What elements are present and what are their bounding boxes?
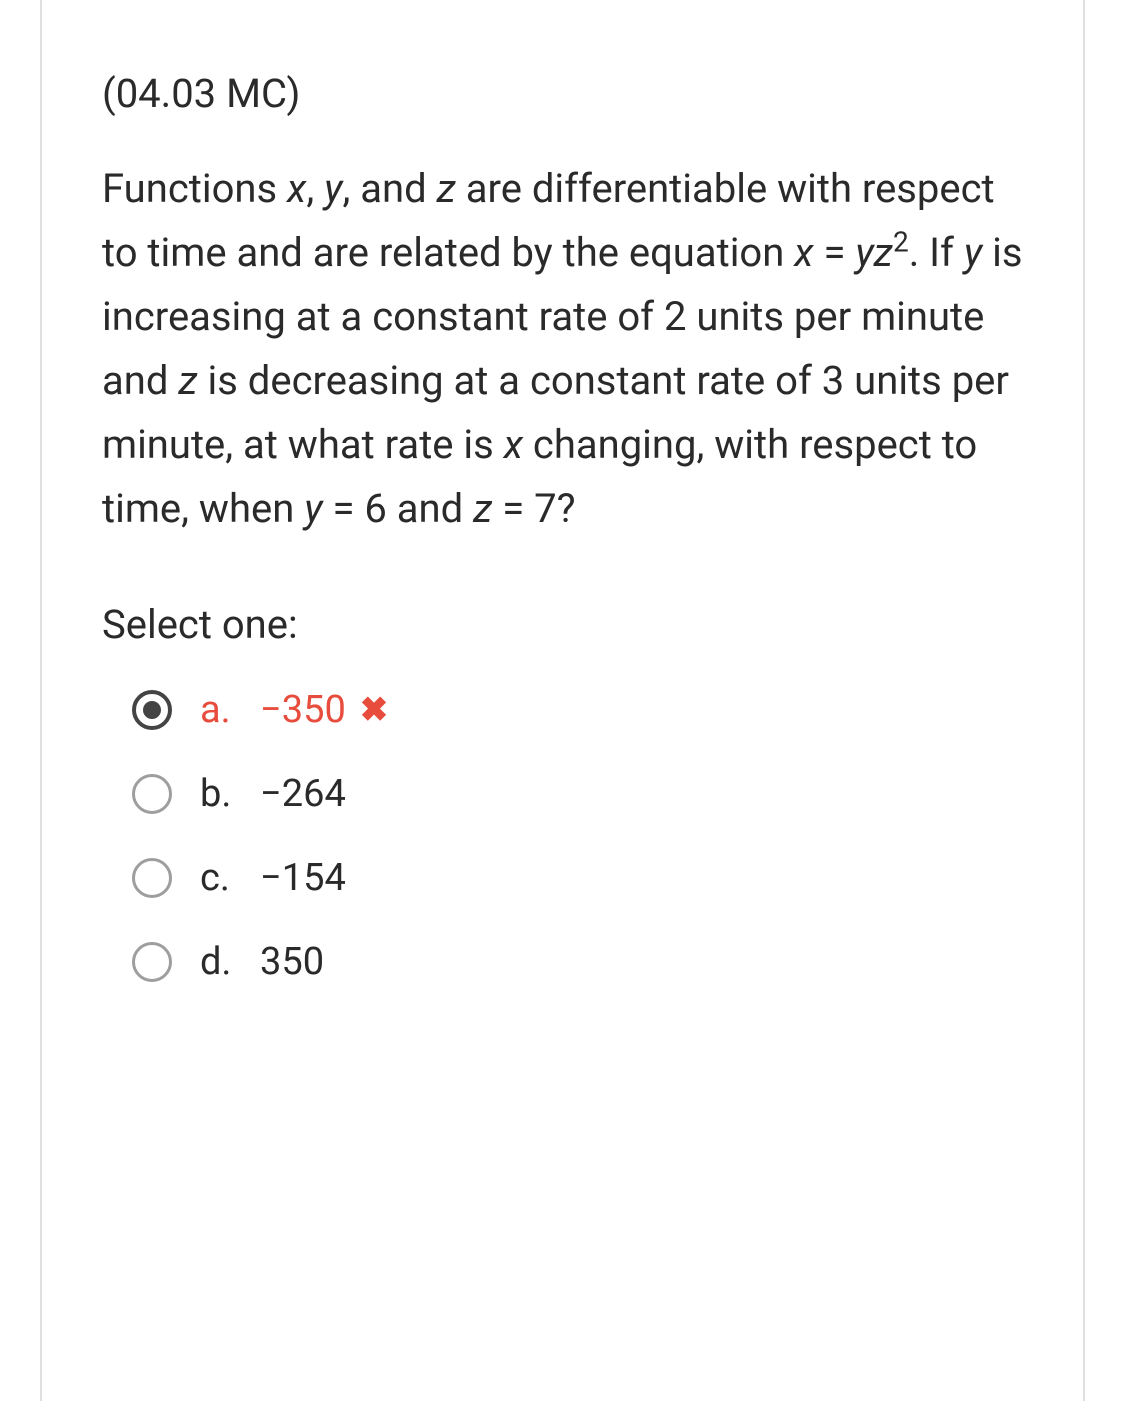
variable-z2: z: [178, 357, 197, 404]
answer-options: a. −350 ✖ b. −264 c. −154 d. 350: [102, 688, 1023, 984]
radio-c[interactable]: [132, 858, 172, 898]
option-b-text: −264: [260, 772, 346, 816]
variable-x3: x: [504, 421, 523, 468]
question-container: (04.03 MC) Functions x, y, and z are dif…: [40, 0, 1085, 1401]
option-b-letter: b.: [200, 772, 260, 816]
variable-y: y: [324, 165, 342, 212]
question-body: Functions x, y, and z are differentiable…: [102, 157, 1023, 541]
option-d[interactable]: d. 350: [132, 940, 1023, 984]
radio-a-inner: [143, 701, 161, 719]
option-d-letter: d.: [200, 940, 260, 984]
incorrect-icon: ✖: [360, 690, 389, 730]
variable-x: x: [287, 165, 306, 212]
option-d-text: 350: [260, 940, 324, 984]
option-c-text: −154: [260, 856, 346, 900]
variable-y3: y: [304, 485, 322, 532]
option-a-letter: a.: [200, 688, 260, 732]
variable-z: z: [437, 165, 456, 212]
question-text-part8: = 7?: [492, 485, 575, 532]
radio-b[interactable]: [132, 774, 172, 814]
radio-d[interactable]: [132, 942, 172, 982]
option-c[interactable]: c. −154: [132, 856, 1023, 900]
option-c-letter: c.: [200, 856, 260, 900]
question-tag: (04.03 MC): [102, 70, 1023, 117]
select-one-label: Select one:: [102, 601, 1023, 648]
variable-y2: y: [964, 229, 982, 276]
variable-x2: x: [794, 229, 813, 276]
variable-yz: yz: [855, 229, 893, 276]
question-text-part7: = 6 and: [323, 485, 474, 532]
equals-sign: =: [814, 229, 856, 276]
radio-a[interactable]: [132, 690, 172, 730]
question-text-comma2: , and: [342, 165, 436, 212]
question-text-part3: . If: [909, 229, 964, 276]
exponent-2: 2: [893, 226, 909, 259]
option-a-text: −350: [260, 688, 346, 732]
question-text-part1: Functions: [102, 165, 287, 212]
option-a[interactable]: a. −350 ✖: [132, 688, 1023, 732]
option-b[interactable]: b. −264: [132, 772, 1023, 816]
question-text-comma1: ,: [306, 165, 324, 212]
variable-z3: z: [473, 485, 492, 532]
